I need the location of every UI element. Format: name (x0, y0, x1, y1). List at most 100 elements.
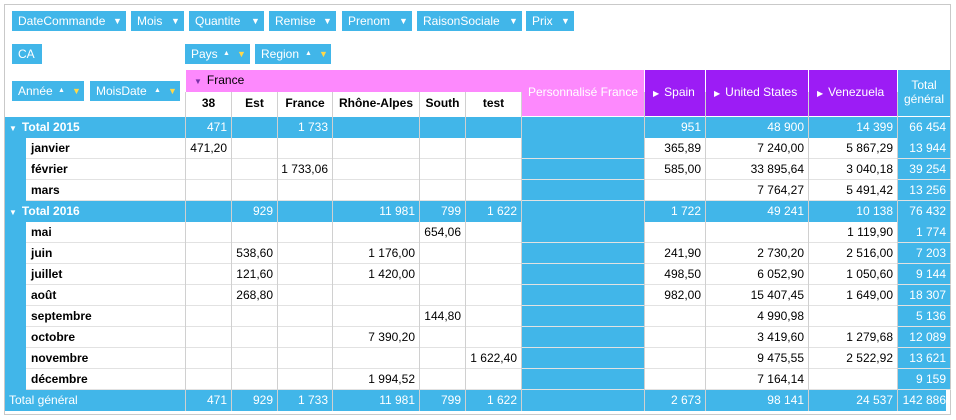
value-cell[interactable] (522, 306, 644, 327)
value-cell[interactable] (522, 159, 644, 180)
expand-icon[interactable]: ▶ (817, 89, 823, 98)
value-cell[interactable]: 66 454 (898, 117, 950, 138)
value-cell[interactable] (278, 348, 332, 369)
france-group-header[interactable]: ▼ France (186, 70, 522, 92)
row-field-annee[interactable]: Année ▲ ▼ (12, 81, 84, 101)
value-cell[interactable] (278, 327, 332, 348)
value-cell[interactable]: 1 733 (278, 390, 332, 411)
value-cell[interactable] (186, 306, 231, 327)
data-field-ca[interactable]: CA (12, 44, 42, 64)
value-cell[interactable] (232, 222, 277, 243)
value-cell[interactable]: 799 (420, 201, 465, 222)
filter-icon[interactable]: ▼ (113, 11, 122, 31)
value-cell[interactable] (232, 348, 277, 369)
filter-icon[interactable]: ▼ (168, 81, 177, 101)
value-cell[interactable] (645, 348, 705, 369)
value-cell[interactable] (522, 201, 644, 222)
region-header[interactable]: Rhône-Alpes (333, 92, 419, 116)
value-cell[interactable] (186, 159, 231, 180)
value-cell[interactable] (809, 369, 897, 390)
sort-ascending-icon[interactable]: ▲ (305, 44, 312, 64)
value-cell[interactable]: 268,80 (232, 285, 277, 306)
value-cell[interactable] (420, 327, 465, 348)
value-cell[interactable] (333, 222, 419, 243)
value-cell[interactable] (333, 117, 419, 138)
region-header[interactable]: South (420, 92, 465, 116)
filter-field-prenom[interactable]: Prenom ▼ (342, 11, 412, 31)
value-cell[interactable]: 98 141 (706, 390, 808, 411)
value-cell[interactable]: 13 621 (898, 348, 950, 369)
value-cell[interactable]: 7 203 (898, 243, 950, 264)
value-cell[interactable] (278, 285, 332, 306)
filter-field-mois[interactable]: Mois ▼ (131, 11, 184, 31)
value-cell[interactable] (645, 180, 705, 201)
value-cell[interactable]: 11 981 (333, 390, 419, 411)
value-cell[interactable]: 49 241 (706, 201, 808, 222)
value-cell[interactable]: 1 050,60 (809, 264, 897, 285)
value-cell[interactable]: 7 390,20 (333, 327, 419, 348)
filter-icon[interactable]: ▼ (237, 44, 246, 64)
value-cell[interactable]: 9 159 (898, 369, 950, 390)
value-cell[interactable] (186, 369, 231, 390)
value-cell[interactable] (186, 243, 231, 264)
value-cell[interactable]: 12 089 (898, 327, 950, 348)
value-cell[interactable] (466, 264, 521, 285)
value-cell[interactable] (809, 306, 897, 327)
value-cell[interactable] (278, 264, 332, 285)
value-cell[interactable] (706, 222, 808, 243)
value-cell[interactable] (466, 180, 521, 201)
value-cell[interactable]: 799 (420, 390, 465, 411)
value-cell[interactable] (186, 201, 231, 222)
value-cell[interactable] (466, 243, 521, 264)
value-cell[interactable] (466, 285, 521, 306)
column-field-region[interactable]: Region ▲ ▼ (255, 44, 331, 64)
value-cell[interactable]: 5 491,42 (809, 180, 897, 201)
value-cell[interactable]: 6 052,90 (706, 264, 808, 285)
value-cell[interactable] (333, 180, 419, 201)
value-cell[interactable]: 24 537 (809, 390, 897, 411)
value-cell[interactable] (333, 285, 419, 306)
value-cell[interactable]: 9 144 (898, 264, 950, 285)
value-cell[interactable]: 1 279,68 (809, 327, 897, 348)
value-cell[interactable] (522, 348, 644, 369)
sort-ascending-icon[interactable]: ▲ (223, 44, 230, 64)
value-cell[interactable] (333, 159, 419, 180)
value-cell[interactable]: 929 (232, 390, 277, 411)
value-cell[interactable]: 471 (186, 390, 231, 411)
value-cell[interactable]: 5 867,29 (809, 138, 897, 159)
value-cell[interactable] (278, 222, 332, 243)
filter-field-datecommande[interactable]: DateCommande ▼ (12, 11, 126, 31)
expand-icon[interactable]: ▶ (714, 89, 720, 98)
value-cell[interactable]: 144,80 (420, 306, 465, 327)
value-cell[interactable] (522, 222, 644, 243)
value-cell[interactable]: 142 886 (898, 390, 950, 411)
value-cell[interactable] (645, 327, 705, 348)
value-cell[interactable] (186, 264, 231, 285)
value-cell[interactable] (522, 327, 644, 348)
filter-icon[interactable]: ▼ (251, 11, 260, 31)
value-cell[interactable] (278, 138, 332, 159)
value-cell[interactable]: 2 516,00 (809, 243, 897, 264)
value-cell[interactable]: 1 622 (466, 390, 521, 411)
value-cell[interactable]: 365,89 (645, 138, 705, 159)
value-cell[interactable]: 538,60 (232, 243, 277, 264)
value-cell[interactable]: 11 981 (333, 201, 419, 222)
value-cell[interactable]: 4 990,98 (706, 306, 808, 327)
value-cell[interactable]: 33 895,64 (706, 159, 808, 180)
value-cell[interactable] (466, 327, 521, 348)
country-header-venezuela[interactable]: ▶ Venezuela (809, 70, 897, 116)
collapse-icon[interactable]: ▼ (9, 124, 17, 133)
value-cell[interactable] (420, 264, 465, 285)
filter-icon[interactable]: ▼ (399, 11, 408, 31)
value-cell[interactable]: 1 420,00 (333, 264, 419, 285)
region-header[interactable]: Est (232, 92, 277, 116)
value-cell[interactable]: 1 649,00 (809, 285, 897, 306)
value-cell[interactable]: 39 254 (898, 159, 950, 180)
value-cell[interactable] (278, 243, 332, 264)
value-cell[interactable] (232, 117, 277, 138)
value-cell[interactable]: 982,00 (645, 285, 705, 306)
value-cell[interactable]: 121,60 (232, 264, 277, 285)
filter-field-prix[interactable]: Prix ▼ (526, 11, 574, 31)
sort-ascending-icon[interactable]: ▲ (58, 81, 65, 101)
collapse-icon[interactable]: ▼ (9, 208, 17, 217)
